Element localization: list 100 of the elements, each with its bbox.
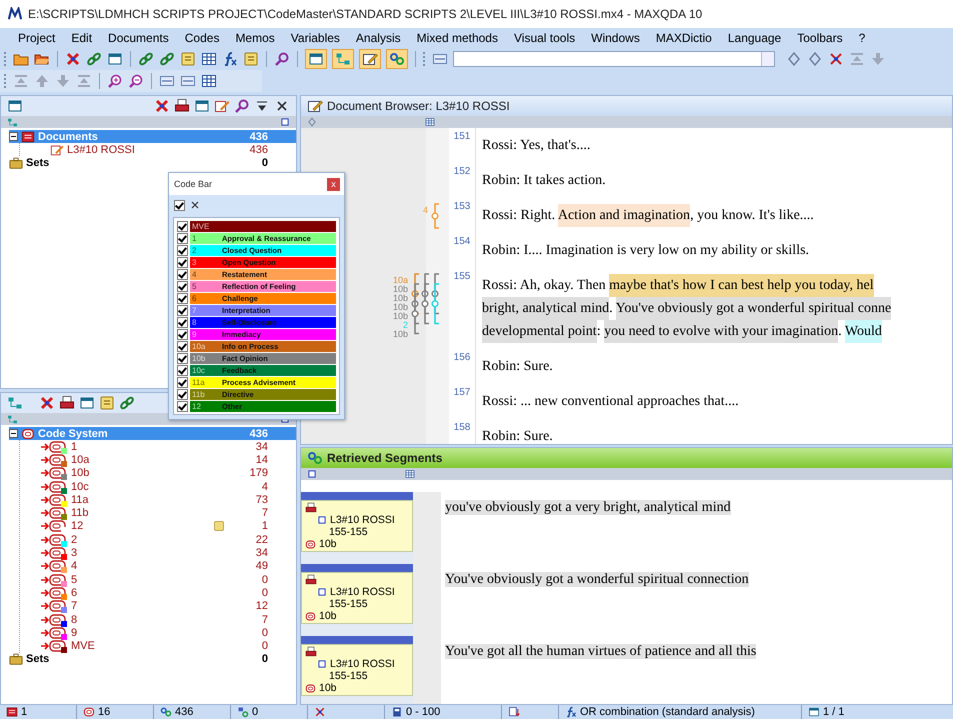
menu-item[interactable]: Windows bbox=[583, 31, 648, 45]
code-number: 5 bbox=[191, 282, 198, 290]
link-icon[interactable] bbox=[119, 395, 135, 411]
grid-icon[interactable] bbox=[201, 73, 217, 89]
code-tree-icon[interactable] bbox=[7, 395, 23, 411]
segment-info-card[interactable]: L3#10 ROSSI 155-155 10b bbox=[301, 644, 413, 696]
checkbox[interactable] bbox=[177, 364, 188, 376]
search-icon[interactable] bbox=[234, 98, 250, 114]
checkbox[interactable] bbox=[177, 220, 188, 232]
menu-item[interactable]: Documents bbox=[100, 31, 177, 45]
link-icon[interactable] bbox=[86, 51, 102, 67]
zoom-out-icon[interactable] bbox=[128, 73, 144, 89]
window-toggle[interactable] bbox=[305, 49, 327, 69]
search-icon[interactable] bbox=[274, 51, 290, 67]
checkbox[interactable] bbox=[177, 280, 188, 292]
code-row[interactable]: MVE 0 bbox=[40, 639, 296, 653]
code-row[interactable]: 6 0 bbox=[40, 586, 296, 600]
memo-icon[interactable] bbox=[212, 520, 225, 532]
tree-row[interactable]: Sets 0 bbox=[9, 652, 296, 666]
menu-item[interactable]: Mixed methods bbox=[408, 31, 506, 45]
formula-icon[interactable] bbox=[222, 51, 238, 67]
code-label: 10b bbox=[392, 294, 408, 303]
code-row[interactable]: 10a 14 bbox=[40, 453, 296, 467]
code-row[interactable]: 10c 4 bbox=[40, 480, 296, 494]
width-icon[interactable] bbox=[159, 73, 175, 89]
checkbox[interactable] bbox=[177, 316, 188, 328]
code-row[interactable]: 11b 7 bbox=[40, 506, 296, 520]
diamond-icon[interactable] bbox=[807, 51, 823, 67]
segment-info-card[interactable]: L3#10 ROSSI 155-155 10b bbox=[301, 500, 413, 552]
code-row[interactable]: 8 7 bbox=[40, 612, 296, 626]
checkbox[interactable] bbox=[177, 388, 188, 400]
code-row[interactable]: 2 22 bbox=[40, 533, 296, 546]
checkbox[interactable] bbox=[177, 232, 188, 244]
code-row[interactable]: 3 34 bbox=[40, 546, 296, 560]
checkbox[interactable] bbox=[177, 340, 188, 352]
menu-item[interactable]: ? bbox=[850, 31, 874, 45]
code-row[interactable]: 11a 73 bbox=[40, 493, 296, 506]
memo-icon[interactable] bbox=[99, 395, 115, 411]
segments-toggle[interactable] bbox=[386, 49, 408, 69]
tree-toggle[interactable] bbox=[332, 49, 354, 69]
code-row[interactable]: 10b 179 bbox=[40, 466, 296, 480]
checkbox[interactable] bbox=[177, 304, 188, 316]
menu-item[interactable]: Memos bbox=[227, 31, 283, 45]
windows-icon[interactable] bbox=[107, 51, 123, 67]
menu-item[interactable]: Toolbars bbox=[789, 31, 851, 45]
menu-item[interactable]: Variables bbox=[282, 31, 348, 45]
checkbox[interactable] bbox=[177, 256, 188, 268]
menu-item[interactable]: Codes bbox=[176, 31, 228, 45]
menu-item[interactable]: MAXDictio bbox=[648, 31, 720, 45]
printer-icon[interactable] bbox=[59, 395, 75, 411]
checkbox[interactable] bbox=[177, 400, 188, 412]
cross-icon[interactable] bbox=[39, 395, 55, 411]
menu-item[interactable]: Visual tools bbox=[506, 31, 584, 45]
code-number: 8 bbox=[191, 318, 198, 326]
code-row[interactable]: 9 0 bbox=[40, 626, 296, 640]
menu-item[interactable]: Project bbox=[10, 31, 64, 45]
link-icon[interactable] bbox=[138, 51, 154, 67]
diamond-icon[interactable] bbox=[307, 117, 317, 127]
cross-icon[interactable] bbox=[154, 98, 170, 114]
checkbox[interactable] bbox=[177, 268, 188, 280]
code-row[interactable]: 4 49 bbox=[40, 560, 296, 573]
status-text: OR combination (standard analysis) bbox=[580, 705, 755, 719]
clear-icon[interactable] bbox=[189, 199, 201, 211]
checkbox[interactable] bbox=[177, 292, 188, 304]
search-combo-field[interactable] bbox=[453, 51, 775, 67]
checkbox[interactable] bbox=[177, 376, 188, 388]
edit-toggle[interactable] bbox=[359, 49, 381, 69]
document-icon[interactable] bbox=[307, 469, 317, 479]
zoom-in-icon[interactable] bbox=[107, 73, 123, 89]
text-field-icon[interactable] bbox=[432, 51, 448, 67]
cross-icon[interactable] bbox=[65, 51, 81, 67]
checkbox[interactable] bbox=[177, 328, 188, 340]
collapse-icon[interactable] bbox=[9, 429, 18, 438]
menu-item[interactable]: Language bbox=[720, 31, 790, 45]
notebook-icon[interactable] bbox=[180, 51, 196, 67]
code-row[interactable]: 1 34 bbox=[40, 440, 296, 454]
window-icon[interactable] bbox=[7, 98, 23, 114]
document-icon bbox=[317, 515, 327, 525]
menu-item[interactable]: Edit bbox=[63, 31, 100, 45]
diamond-icon[interactable] bbox=[786, 51, 802, 67]
table-icon[interactable] bbox=[201, 51, 217, 67]
checkbox[interactable] bbox=[177, 244, 188, 256]
coded-text: bright, analytical mind bbox=[482, 297, 610, 320]
code-number: 10c bbox=[191, 366, 206, 374]
tree-row[interactable]: Sets 0 bbox=[9, 156, 296, 169]
links-icon[interactable] bbox=[159, 51, 175, 67]
width-icon[interactable] bbox=[180, 73, 196, 89]
segment-info-card[interactable]: L3#10 ROSSI 155-155 10b bbox=[301, 572, 413, 624]
code-row[interactable]: 7 12 bbox=[40, 600, 296, 613]
menu-item[interactable]: Analysis bbox=[348, 31, 409, 45]
close-button[interactable]: x bbox=[327, 178, 340, 190]
code-row[interactable]: 12 1 bbox=[40, 520, 296, 534]
tree-row[interactable]: L3#10 ROSSI 436 bbox=[50, 143, 296, 156]
check-all-button[interactable] bbox=[174, 200, 185, 210]
printer-icon[interactable] bbox=[174, 98, 190, 114]
paragraph-number: 151 bbox=[449, 128, 476, 163]
code-row[interactable]: 5 0 bbox=[40, 572, 296, 586]
note-icon[interactable] bbox=[243, 51, 259, 67]
checkbox[interactable] bbox=[177, 352, 188, 364]
collapse-icon[interactable] bbox=[9, 132, 18, 141]
